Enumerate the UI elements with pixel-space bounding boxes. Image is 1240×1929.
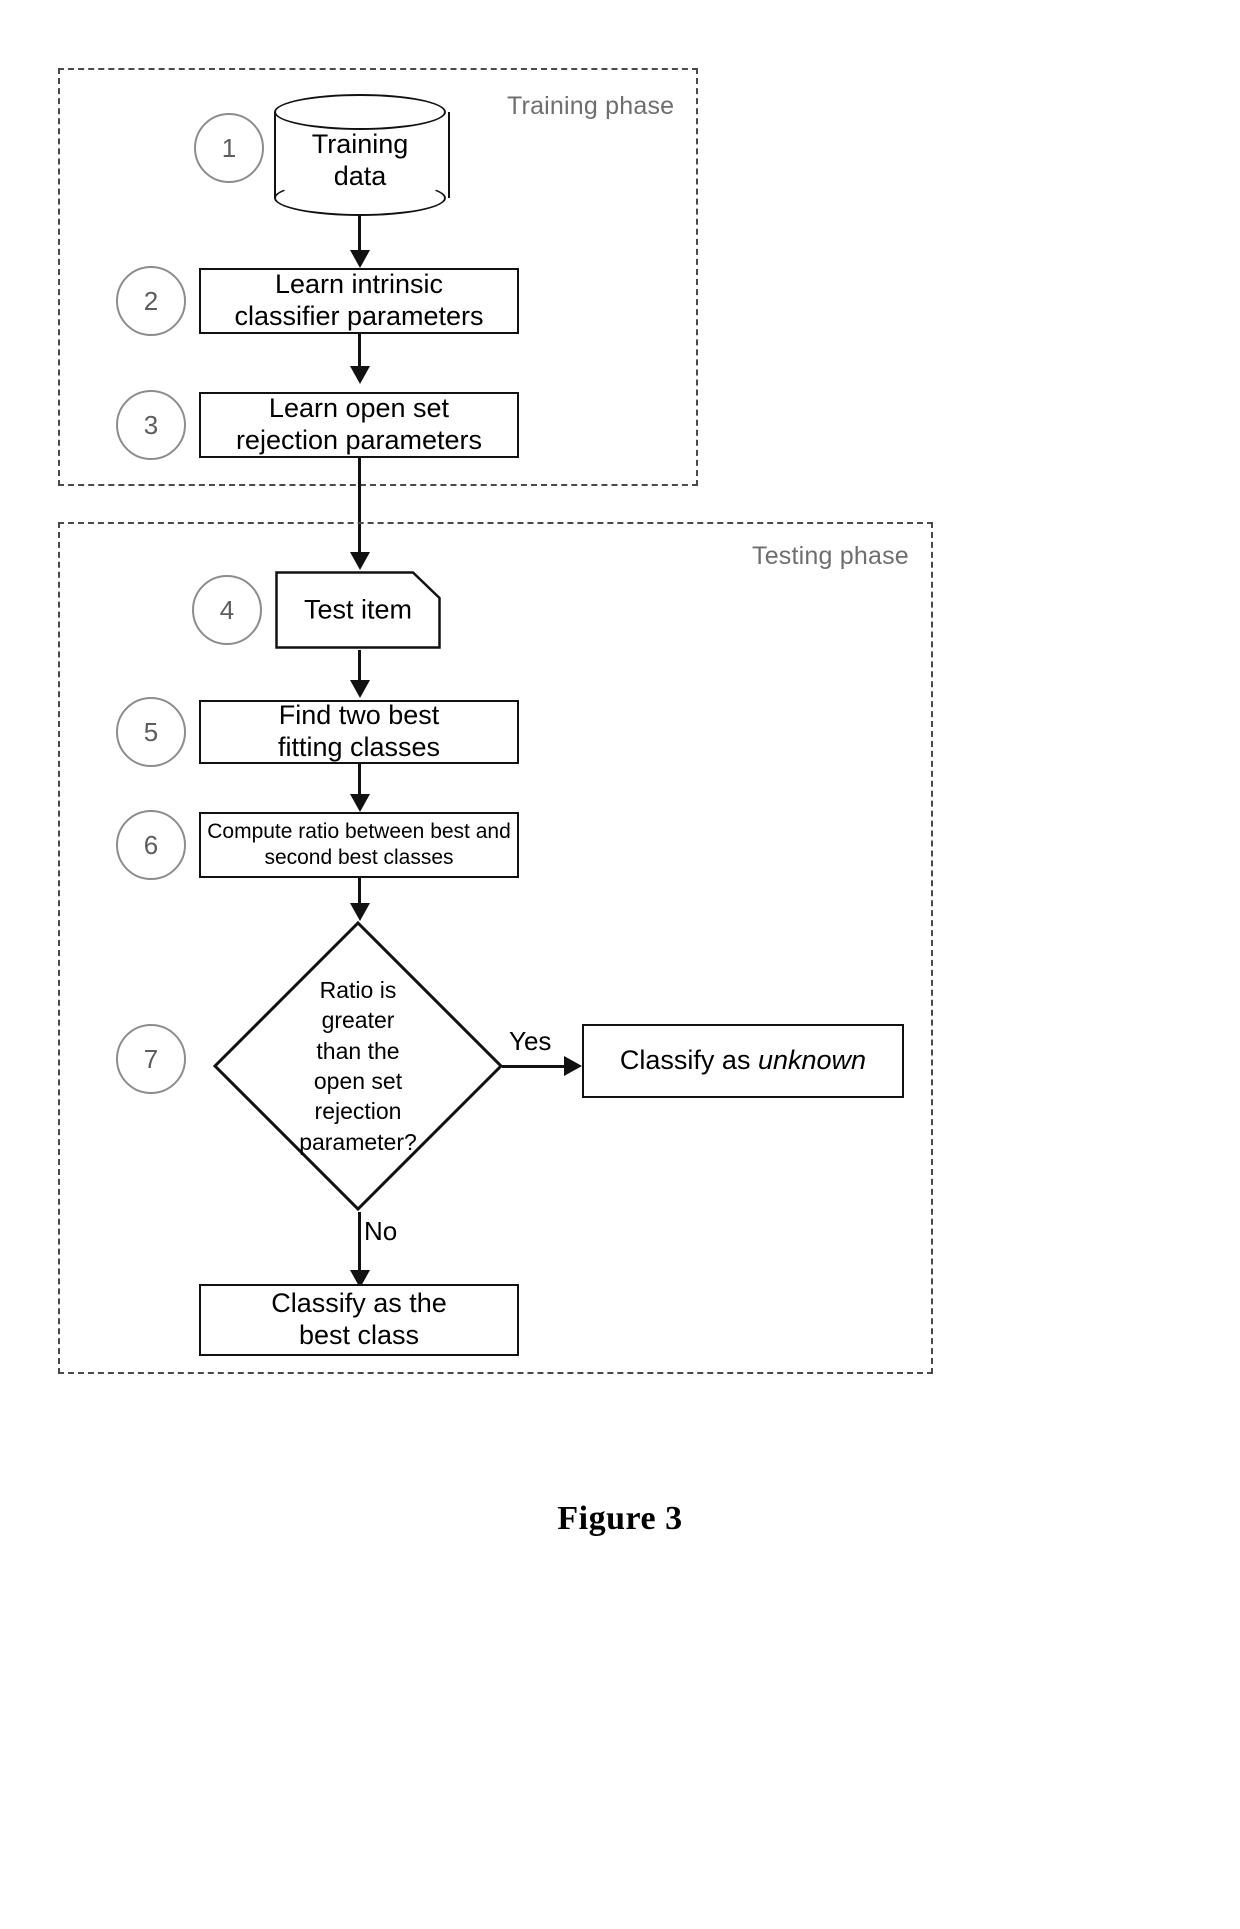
learn-open-set-parameters-box: Learn open set rejection parameters: [199, 392, 519, 458]
step-7-number: 7: [143, 1043, 159, 1074]
training-data-line-1: Training: [311, 129, 409, 159]
decision-line-3: than the: [316, 1037, 400, 1064]
test-item-label: Test item: [303, 594, 413, 625]
decision-line-4: open set: [313, 1068, 403, 1094]
learn-open-set-line-1: Learn open set: [268, 393, 450, 424]
no-branch-label: No: [364, 1216, 398, 1246]
cylinder-top-ellipse: [274, 94, 446, 130]
testing-phase-label: Testing phase: [752, 542, 909, 570]
step-4-number: 4: [219, 594, 235, 625]
step-5-marker: 5: [116, 697, 186, 767]
step-2-number: 2: [143, 285, 159, 316]
arrow-4-to-5: [350, 680, 370, 698]
decision-line-1: Ratio is: [319, 976, 397, 1003]
step-6-marker: 6: [116, 810, 186, 880]
learn-intrinsic-parameters-box: Learn intrinsic classifier parameters: [199, 268, 519, 334]
find-two-best-classes-box: Find two best fitting classes: [199, 700, 519, 764]
step-5-number: 5: [143, 716, 159, 747]
test-item-document-shape: Test item: [274, 570, 442, 650]
step-3-marker: 3: [116, 390, 186, 460]
decision-label: Ratio is greater than the open set rejec…: [283, 975, 433, 1157]
learn-intrinsic-parameters-text: Learn intrinsic classifier parameters: [234, 269, 483, 333]
decision-line-5: rejection: [314, 1098, 402, 1125]
arrow-1-to-2: [350, 250, 370, 268]
arrow-6-to-7: [350, 903, 370, 921]
classify-as-best-class-text: Classify as the best class: [271, 1288, 447, 1352]
find-two-best-line-2: fitting classes: [277, 732, 441, 762]
step-3-number: 3: [143, 409, 159, 440]
step-7-marker: 7: [116, 1024, 186, 1094]
step-1-number: 1: [221, 132, 237, 163]
learn-intrinsic-line-2: classifier parameters: [234, 301, 484, 331]
classify-as-unknown-text: Classify as unknown: [620, 1045, 866, 1077]
learn-open-set-line-2: rejection parameters: [235, 425, 483, 455]
decision-line-2: greater: [321, 1007, 395, 1034]
step-4-marker: 4: [192, 575, 262, 645]
yes-branch-label: Yes: [509, 1026, 552, 1056]
learn-open-set-parameters-text: Learn open set rejection parameters: [236, 393, 482, 457]
compute-ratio-line-2: second best classes: [264, 846, 454, 869]
figure-caption: Figure 3: [557, 1500, 683, 1537]
step-2-marker: 2: [116, 266, 186, 336]
arrow-yes-branch: [564, 1056, 582, 1076]
arrow-5-to-6: [350, 794, 370, 812]
compute-ratio-line-1: Compute ratio between best and: [207, 819, 511, 843]
classify-as-best-class-box: Classify as the best class: [199, 1284, 519, 1356]
compute-ratio-text: Compute ratio between best and second be…: [207, 819, 511, 872]
classify-best-line-2: best class: [298, 1320, 420, 1350]
figure-canvas: Training phase 1 Training data 2 Learn i…: [0, 0, 1240, 1929]
step-1-marker: 1: [194, 113, 264, 183]
classify-unknown-prefix: Classify as: [619, 1045, 758, 1076]
find-two-best-classes-text: Find two best fitting classes: [278, 700, 440, 764]
training-phase-label: Training phase: [507, 92, 675, 120]
step-6-number: 6: [143, 829, 159, 860]
training-data-line-2: data: [333, 161, 387, 192]
compute-ratio-box: Compute ratio between best and second be…: [199, 812, 519, 878]
training-data-label: Training data: [274, 128, 446, 193]
learn-intrinsic-line-1: Learn intrinsic: [274, 269, 444, 300]
classify-unknown-emphasis: unknown: [757, 1045, 867, 1076]
classify-as-unknown-box: Classify as unknown: [582, 1024, 904, 1098]
classify-best-line-1: Classify as the: [271, 1288, 447, 1319]
find-two-best-line-1: Find two best: [278, 700, 440, 731]
training-data-cylinder: Training data: [274, 94, 450, 216]
arrow-2-to-3: [350, 366, 370, 384]
open-set-rejection-decision: Ratio is greater than the open set rejec…: [212, 920, 504, 1212]
decision-line-6: parameter?: [299, 1128, 417, 1155]
